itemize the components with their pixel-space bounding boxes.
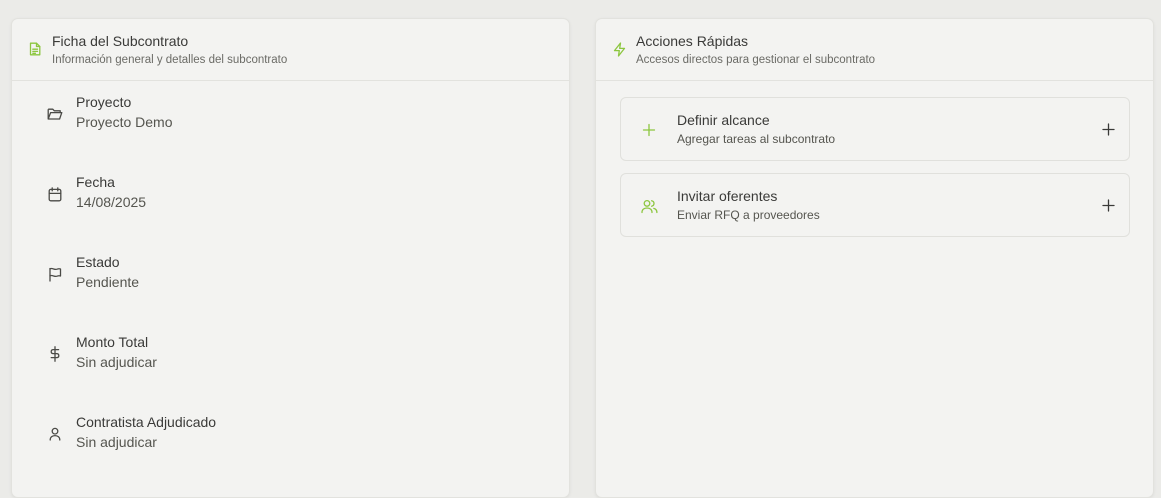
acciones-card: Acciones Rápidas Accesos directos para g… [595, 18, 1154, 498]
ficha-title: Ficha del Subcontrato [52, 33, 189, 49]
plus-icon[interactable] [1101, 122, 1115, 136]
folder-icon [47, 106, 63, 122]
invitar-oferentes-button[interactable]: Invitar oferentes Enviar RFQ a proveedor… [620, 173, 1130, 237]
users-icon [640, 197, 658, 215]
plus-icon[interactable] [1101, 198, 1115, 212]
info-value: Sin adjudicar [76, 354, 157, 370]
info-value: 14/08/2025 [76, 194, 147, 210]
ficha-header: Ficha del Subcontrato Información genera… [12, 19, 569, 81]
user-icon [47, 426, 63, 442]
ficha-subtitle: Información general y detalles del subco… [52, 54, 288, 66]
info-value: Sin adjudicar [76, 434, 157, 450]
info-row-monto-total: Monto Total Sin adjudicar [12, 334, 569, 378]
acciones-header: Acciones Rápidas Accesos directos para g… [596, 19, 1153, 81]
info-label: Contratista Adjudicado [76, 414, 217, 430]
definir-alcance-button[interactable]: Definir alcance Agregar tareas al subcon… [620, 97, 1130, 161]
flag-icon [47, 266, 63, 282]
action-subtitle: Enviar RFQ a proveedores [677, 208, 820, 222]
document-icon [28, 42, 42, 56]
info-row-contratista: Contratista Adjudicado Sin adjudicar [12, 414, 569, 458]
action-subtitle: Agregar tareas al subcontrato [677, 132, 836, 146]
info-label: Fecha [76, 174, 115, 190]
info-value: Pendiente [76, 274, 140, 290]
acciones-title: Acciones Rápidas [636, 33, 749, 49]
acciones-subtitle: Accesos directos para gestionar el subco… [636, 54, 876, 66]
info-label: Monto Total [76, 334, 149, 350]
info-label: Estado [76, 254, 120, 270]
info-label: Proyecto [76, 94, 132, 110]
info-row-estado: Estado Pendiente [12, 254, 569, 298]
action-title: Definir alcance [677, 112, 770, 128]
lightning-icon [612, 41, 626, 57]
plus-icon [640, 121, 658, 139]
info-value: Proyecto Demo [76, 114, 173, 130]
dollar-icon [47, 346, 63, 362]
calendar-icon [47, 186, 63, 202]
action-title: Invitar oferentes [677, 188, 778, 204]
info-row-fecha: Fecha 14/08/2025 [12, 174, 569, 218]
ficha-card: Ficha del Subcontrato Información genera… [11, 18, 570, 498]
info-row-proyecto: Proyecto Proyecto Demo [12, 94, 569, 138]
